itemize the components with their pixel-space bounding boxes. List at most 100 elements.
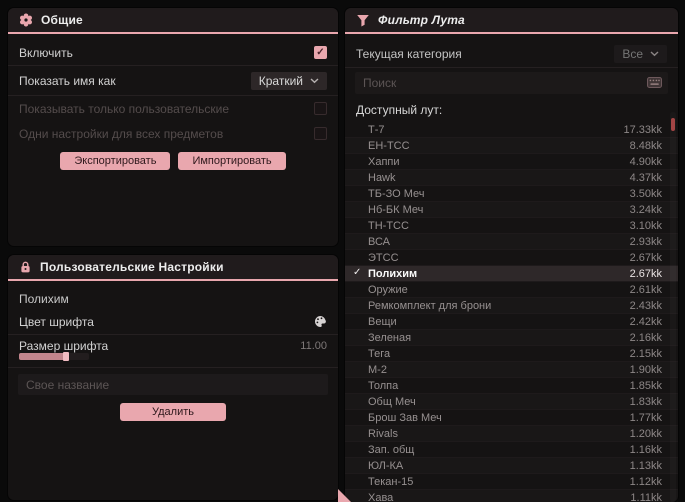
import-button[interactable]: Импортировать: [178, 152, 286, 170]
list-item[interactable]: ВСА 2.93kk: [345, 234, 678, 250]
panel-title: Общие: [41, 13, 83, 27]
enable-row: Включить: [8, 40, 338, 65]
custom-name-input[interactable]: [18, 374, 328, 395]
only-custom-label: Показывать только пользовательские: [19, 101, 229, 116]
list-item[interactable]: Хаппи 4.90kk: [345, 154, 678, 170]
general-panel-header[interactable]: Общие: [8, 8, 338, 32]
loot-filter-panel: Фильтр Лута Текущая категория Все Поиск …: [345, 8, 678, 502]
scrollbar-thumb[interactable]: [671, 118, 675, 131]
check-icon: ✓: [353, 267, 362, 278]
slider-track[interactable]: [19, 352, 89, 361]
keyboard-icon[interactable]: [647, 77, 662, 88]
loot-list-scrollbar[interactable]: [670, 112, 676, 502]
item-value: 2.67kk: [629, 267, 662, 280]
loot-filter-panel-header[interactable]: Фильтр Лута: [345, 8, 678, 32]
font-color-row: Цвет шрифта: [8, 309, 338, 334]
item-name: Текан-15: [368, 475, 414, 488]
enable-checkbox[interactable]: [314, 46, 327, 59]
category-label: Текущая категория: [356, 46, 462, 61]
list-item[interactable]: ЮЛ-КА 1.13kk: [345, 458, 678, 474]
item-value: 1.11kk: [630, 491, 662, 502]
category-dropdown[interactable]: Все: [614, 44, 667, 63]
slider-handle[interactable]: [63, 352, 69, 361]
item-value: 17.33kk: [623, 123, 662, 136]
show-name-row: Показать имя как Краткий: [8, 66, 338, 95]
item-value: 2.15kk: [629, 347, 662, 360]
divider: [345, 67, 678, 68]
font-size-slider[interactable]: [8, 352, 338, 361]
item-name: Хава: [368, 491, 394, 502]
list-item[interactable]: Rivals 1.20kk: [345, 426, 678, 442]
item-value: 1.16kk: [629, 443, 662, 456]
list-item[interactable]: Общ Меч 1.83kk: [345, 394, 678, 410]
available-loot-label: Доступный лут:: [356, 103, 443, 117]
list-item[interactable]: Брош Зав Меч 1.77kk: [345, 410, 678, 426]
item-name: ЕН-ТСС: [368, 139, 410, 152]
user-settings-panel-header[interactable]: Пользовательские Настройки: [8, 255, 338, 279]
list-item[interactable]: Ремкомплект для брони 2.43kk: [345, 298, 678, 314]
item-name: Вещи: [368, 315, 397, 328]
list-item[interactable]: ТБ-ЗО Меч 3.50kk: [345, 186, 678, 202]
item-value: 1.13kk: [629, 459, 662, 472]
item-value: 1.20kk: [629, 427, 662, 440]
item-value: 4.90kk: [629, 155, 662, 168]
item-value: 3.10kk: [629, 219, 662, 232]
item-name: Тега: [368, 347, 391, 360]
palette-icon[interactable]: [314, 315, 327, 328]
list-item[interactable]: Зап. общ 1.16kk: [345, 442, 678, 458]
chevron-down-icon: [310, 77, 319, 84]
font-size-value: 11.00: [300, 340, 327, 352]
list-item[interactable]: Толпа 1.85kk: [345, 378, 678, 394]
list-item[interactable]: Оружие 2.61kk: [345, 282, 678, 298]
general-panel: Общие Включить Показать имя как Краткий: [8, 8, 338, 246]
item-name: ТН-ТСС: [368, 219, 409, 232]
mod-settings-overlay: Общие Включить Показать имя как Краткий: [0, 0, 685, 502]
panel-title: Пользовательские Настройки: [40, 260, 224, 274]
item-value: 2.67kk: [629, 251, 662, 264]
item-value: 1.90kk: [629, 363, 662, 376]
same-settings-label: Одни настройки для всех предметов: [19, 126, 224, 141]
only-custom-checkbox[interactable]: [314, 102, 327, 115]
item-name: Оружие: [368, 283, 408, 296]
item-name: Брош Зав Меч: [368, 411, 442, 424]
list-item[interactable]: Тега 2.15kk: [345, 346, 678, 362]
list-item[interactable]: Т-7 17.33kk: [345, 122, 678, 138]
enable-label: Включить: [19, 45, 73, 60]
list-item[interactable]: Зеленая 2.16kk: [345, 330, 678, 346]
item-name: Нб-БК Меч: [368, 203, 424, 216]
list-item[interactable]: Текан-15 1.12kk: [345, 474, 678, 490]
list-item[interactable]: Хава 1.11kk: [345, 490, 678, 502]
item-name-row: Полихим: [8, 289, 338, 309]
delete-button[interactable]: Удалить: [120, 403, 226, 421]
search-input[interactable]: [355, 72, 668, 94]
item-name: Полихим: [368, 267, 418, 280]
item-name: Зеленая: [368, 331, 412, 344]
item-value: 4.37kk: [629, 171, 662, 184]
item-name: Ремкомплект для брони: [368, 299, 492, 312]
list-item[interactable]: Нб-БК Меч 3.24kk: [345, 202, 678, 218]
export-button[interactable]: Экспортировать: [60, 152, 171, 170]
list-item[interactable]: М-2 1.90kk: [345, 362, 678, 378]
item-name-label: Полихим: [19, 292, 69, 306]
search-field: [355, 72, 668, 94]
user-settings-panel: Пользовательские Настройки Полихим Цвет …: [8, 255, 338, 500]
lock-icon: [19, 261, 32, 274]
list-item[interactable]: ЭТСС 2.67kk: [345, 250, 678, 266]
font-color-label: Цвет шрифта: [19, 314, 94, 329]
item-value: 2.43kk: [629, 299, 662, 312]
item-value: 1.85kk: [629, 379, 662, 392]
list-item[interactable]: Вещи 2.42kk: [345, 314, 678, 330]
only-custom-row: Показывать только пользовательские: [8, 96, 338, 121]
gear-icon: [19, 13, 33, 27]
same-settings-checkbox[interactable]: [314, 127, 327, 140]
same-settings-row: Одни настройки для всех предметов: [8, 121, 338, 146]
funnel-icon: [356, 14, 370, 27]
item-name: Rivals: [368, 427, 398, 440]
show-name-dropdown[interactable]: Краткий: [250, 71, 327, 90]
item-name: Общ Меч: [368, 395, 416, 408]
list-item[interactable]: Hawk 4.37kk: [345, 170, 678, 186]
list-item[interactable]: ✓ Полихим 2.67kk: [345, 266, 678, 282]
list-item[interactable]: ЕН-ТСС 8.48kk: [345, 138, 678, 154]
list-item[interactable]: ТН-ТСС 3.10kk: [345, 218, 678, 234]
panel-title: Фильтр Лута: [378, 13, 465, 27]
